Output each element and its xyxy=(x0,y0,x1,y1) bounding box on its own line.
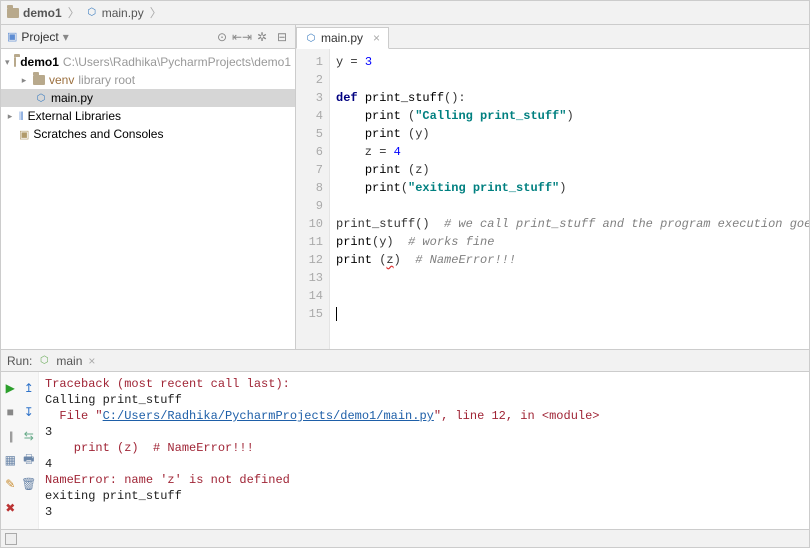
tree-scratches[interactable]: Scratches and Consoles xyxy=(1,125,295,143)
code-line[interactable]: print_stuff() # we call print_stuff and … xyxy=(336,215,803,233)
close-button[interactable]: ✖ xyxy=(2,500,18,516)
console-line: exiting print_stuff xyxy=(45,488,803,504)
breadcrumb-file-label: main.py xyxy=(102,6,144,20)
console-line: 3 xyxy=(45,424,803,440)
tree-venv-name: venv xyxy=(49,73,74,87)
stop-button[interactable]: ■ xyxy=(2,404,18,420)
chevron-right-icon[interactable]: ▸ xyxy=(19,75,29,86)
run-tool-window: Run: ⬡ main × ▶ ↥ ■ ↧ || ⇆ ▦ 🖶 ✎ 🗑 ✖ Tra… xyxy=(1,349,809,529)
console-line: Calling print_stuff xyxy=(45,392,803,408)
editor-tab-label: main.py xyxy=(321,31,363,45)
breadcrumb-file[interactable]: ⬡ main.py 〉 xyxy=(86,4,164,21)
code-line[interactable]: def print_stuff(): xyxy=(336,89,803,107)
console-output[interactable]: Traceback (most recent call last):Callin… xyxy=(39,372,809,529)
python-file-icon: ⬡ xyxy=(305,32,317,44)
python-file-icon: ⬡ xyxy=(35,92,47,104)
code-line[interactable]: z = 4 xyxy=(336,143,803,161)
traceback-link[interactable]: C:/Users/Radhika/PycharmProjects/demo1/m… xyxy=(103,409,434,423)
pause-button[interactable]: || xyxy=(2,428,18,444)
project-tree[interactable]: ▾ demo1 C:\Users\Radhika\PycharmProjects… xyxy=(1,49,295,147)
code-area[interactable]: y = 3 def print_stuff(): print ("Calling … xyxy=(330,49,809,349)
collapse-all-icon[interactable]: ⇤⇥ xyxy=(235,30,249,44)
code-line[interactable] xyxy=(336,71,803,89)
layout-button[interactable]: ▦ xyxy=(2,452,18,468)
tree-root-path: C:\Users\Radhika\PycharmProjects\demo1 xyxy=(63,55,291,69)
run-body: ▶ ↥ ■ ↧ || ⇆ ▦ 🖶 ✎ 🗑 ✖ Traceback (most r… xyxy=(1,372,809,529)
folder-icon xyxy=(7,8,19,18)
close-tab-icon[interactable]: × xyxy=(373,31,380,45)
status-bar xyxy=(1,529,809,547)
libraries-icon xyxy=(19,109,24,124)
tree-file-label: main.py xyxy=(51,91,93,105)
tree-external-libraries[interactable]: ▸ External Libraries xyxy=(1,107,295,125)
tree-scratches-label: Scratches and Consoles xyxy=(33,127,163,141)
folder-icon xyxy=(14,57,17,67)
chevron-down-icon[interactable]: ▾ xyxy=(5,57,10,68)
project-header: ▣ Project ▾ ⊙ ⇤⇥ ✲ ⊟ xyxy=(1,25,295,49)
code-line[interactable] xyxy=(336,269,803,287)
editor-tab-main[interactable]: ⬡ main.py × xyxy=(296,27,389,49)
chevron-right-icon: 〉 xyxy=(150,4,162,21)
console-line: 4 xyxy=(45,456,803,472)
print-button[interactable]: 🖶 xyxy=(21,452,37,468)
editor-panel: ⬡ main.py × 123456789101112131415 y = 3 d… xyxy=(296,25,809,349)
console-line: File "C:/Users/Radhika/PycharmProjects/d… xyxy=(45,408,803,424)
project-tool-window: ▣ Project ▾ ⊙ ⇤⇥ ✲ ⊟ ▾ demo1 C:\Users\Ra… xyxy=(1,25,296,349)
code-line[interactable]: y = 3 xyxy=(336,53,803,71)
chevron-right-icon[interactable]: ▸ xyxy=(5,111,15,122)
breadcrumb-project-label: demo1 xyxy=(23,6,62,20)
hide-icon[interactable]: ⊟ xyxy=(275,30,289,44)
tree-root[interactable]: ▾ demo1 C:\Users\Radhika\PycharmProjects… xyxy=(1,53,295,71)
tree-file-main[interactable]: ⬡ main.py xyxy=(1,89,295,107)
scratches-icon xyxy=(19,127,29,141)
tree-venv[interactable]: ▸ venv library root xyxy=(1,71,295,89)
code-line[interactable] xyxy=(336,305,803,323)
python-file-icon: ⬡ xyxy=(86,7,98,19)
tree-ext-libs-label: External Libraries xyxy=(28,109,121,123)
target-icon[interactable]: ⊙ xyxy=(215,30,229,44)
run-label: Run: xyxy=(7,354,32,368)
console-line: print (z) # NameError!!! xyxy=(45,440,803,456)
breadcrumb-bar: demo1 〉 ⬡ main.py 〉 xyxy=(1,1,809,25)
python-run-icon: ⬡ xyxy=(38,355,50,367)
project-title[interactable]: Project xyxy=(21,30,58,44)
code-line[interactable]: print ("Calling print_stuff") xyxy=(336,107,803,125)
folder-icon xyxy=(33,75,45,85)
tree-root-name: demo1 xyxy=(20,55,59,69)
run-toolbar: ▶ ↥ ■ ↧ || ⇆ ▦ 🖶 ✎ 🗑 ✖ xyxy=(1,372,39,529)
editor-gutter[interactable]: 123456789101112131415 xyxy=(296,49,330,349)
breadcrumb-project[interactable]: demo1 〉 xyxy=(7,4,82,21)
code-line[interactable] xyxy=(336,287,803,305)
scroll-up-button[interactable]: ↥ xyxy=(21,380,37,396)
code-line[interactable] xyxy=(336,197,803,215)
gear-icon[interactable]: ✲ xyxy=(255,30,269,44)
status-indicator[interactable] xyxy=(5,533,17,545)
editor-body[interactable]: 123456789101112131415 y = 3 def print_stu… xyxy=(296,49,809,349)
code-line[interactable]: print (z) xyxy=(336,161,803,179)
code-line[interactable]: print("exiting print_stuff") xyxy=(336,179,803,197)
close-run-tab-icon[interactable]: × xyxy=(88,354,95,368)
code-line[interactable]: print (y) xyxy=(336,125,803,143)
tree-venv-hint: library root xyxy=(78,73,135,87)
code-line[interactable]: print(y) # works fine xyxy=(336,233,803,251)
chevron-right-icon: 〉 xyxy=(68,4,80,21)
trash-button[interactable]: 🗑 xyxy=(21,476,37,492)
code-line[interactable]: print (z) # NameError!!! xyxy=(336,251,803,269)
soft-wrap-button[interactable]: ⇆ xyxy=(21,428,37,444)
project-view-icon: ▣ xyxy=(7,30,17,43)
dropdown-icon[interactable]: ▾ xyxy=(63,30,69,44)
console-line: NameError: name 'z' is not defined xyxy=(45,472,803,488)
rerun-button[interactable]: ▶ xyxy=(2,380,18,396)
pin-button[interactable]: ✎ xyxy=(2,476,18,492)
run-config-name: main xyxy=(56,354,82,368)
console-line: 3 xyxy=(45,504,803,520)
scroll-down-button[interactable]: ↧ xyxy=(21,404,37,420)
console-line: Traceback (most recent call last): xyxy=(45,376,803,392)
run-header: Run: ⬡ main × xyxy=(1,350,809,372)
main-split: ▣ Project ▾ ⊙ ⇤⇥ ✲ ⊟ ▾ demo1 C:\Users\Ra… xyxy=(1,25,809,349)
editor-tabs: ⬡ main.py × xyxy=(296,25,809,49)
